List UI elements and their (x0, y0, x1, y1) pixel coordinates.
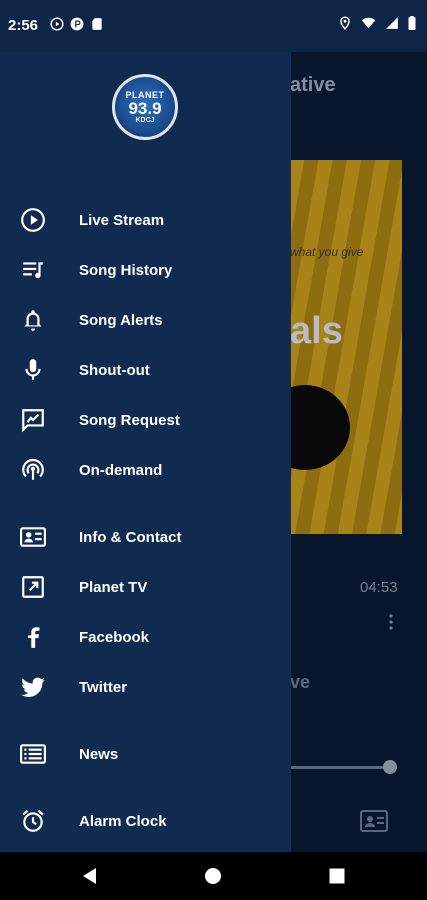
bell-icon (20, 307, 46, 333)
menu-item-live-stream[interactable]: Live Stream (0, 197, 291, 243)
alarm-clock-icon (20, 808, 46, 834)
twitter-icon (20, 674, 46, 700)
queue-music-icon (20, 257, 46, 283)
location-icon (340, 16, 350, 30)
menu-item-label: Shout-out (79, 361, 150, 379)
battery-icon (408, 16, 416, 30)
external-link-icon (20, 574, 46, 600)
menu-item-label: Song Request (79, 411, 180, 429)
menu-item-label: Alarm Clock (79, 812, 167, 830)
play-circle-icon (20, 207, 46, 233)
menu-item-label: Live Stream (79, 211, 165, 229)
logo-frequency: 93.9 (128, 99, 162, 118)
recents-icon[interactable] (325, 864, 349, 888)
menu-item-song-history[interactable]: Song History (0, 247, 291, 293)
status-notification-icons (50, 17, 104, 31)
facebook-icon (20, 624, 46, 650)
menu-item-label: Twitter (79, 678, 128, 696)
menu-item-on-demand[interactable]: On-demand (0, 447, 291, 493)
menu-item-label: News (79, 745, 119, 763)
status-time: 2:56 (8, 17, 39, 34)
menu-item-label: Song History (79, 261, 173, 279)
menu-item-facebook[interactable]: Facebook (0, 614, 291, 660)
station-logo: PLANET 93.9 KDCJ (112, 74, 178, 140)
menu-item-label: On-demand (79, 461, 163, 479)
menu-item-twitter[interactable]: Twitter (0, 664, 291, 710)
menu-item-label: Facebook (79, 628, 150, 646)
menu-item-label: Song Alerts (79, 311, 163, 329)
menu-item-label: Planet TV (79, 578, 148, 596)
menu-item-alarm-clock[interactable]: Alarm Clock (0, 798, 291, 844)
menu-item-song-request[interactable]: Song Request (0, 397, 291, 443)
news-list-icon (20, 741, 46, 767)
menu-item-label: Info & Contact (79, 528, 182, 546)
play-circle-icon (50, 17, 64, 31)
menu-item-info-contact[interactable]: Info & Contact (0, 514, 291, 560)
menu-item-planet-tv[interactable]: Planet TV (0, 564, 291, 610)
menu-item-shout-out[interactable]: Shout-out (0, 347, 291, 393)
contact-card-icon (20, 524, 46, 550)
menu-item-song-alerts[interactable]: Song Alerts (0, 297, 291, 343)
system-nav-bar (0, 852, 427, 900)
microphone-icon (20, 357, 46, 383)
sd-card-icon (92, 18, 102, 30)
home-icon[interactable] (201, 864, 225, 888)
menu-item-news[interactable]: News (0, 731, 291, 777)
back-icon[interactable] (78, 864, 102, 888)
status-bar: 2:56 (0, 0, 427, 52)
wifi-icon (361, 17, 376, 29)
status-system-icons (338, 16, 417, 30)
logo-call-sign: KDCJ (135, 117, 155, 124)
podcast-icon (20, 457, 46, 483)
navigation-drawer: PLANET 93.9 KDCJ Live Stream Song Histor… (0, 52, 291, 852)
signal-icon (386, 17, 398, 29)
data-icon (70, 17, 84, 31)
request-icon (20, 407, 46, 433)
